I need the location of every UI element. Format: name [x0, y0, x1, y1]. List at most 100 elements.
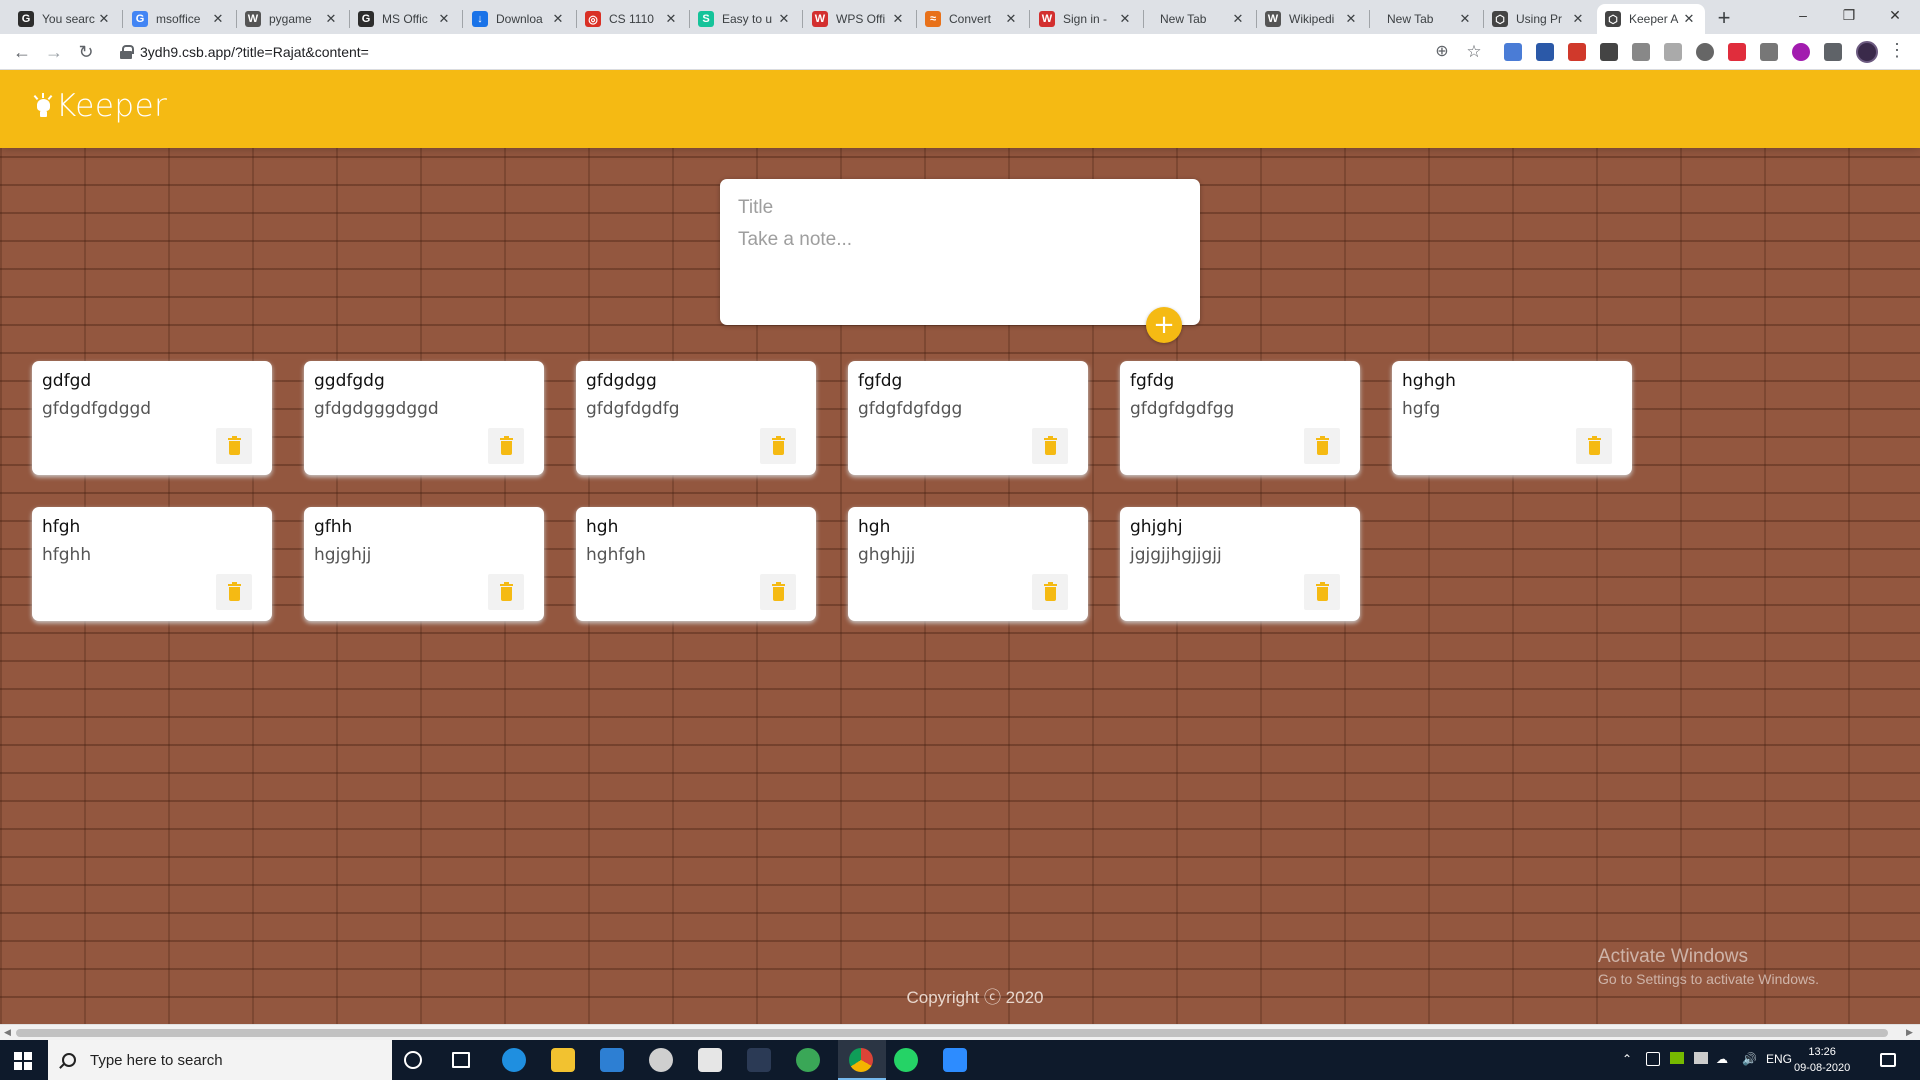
tab-close-icon[interactable]: ✕ [890, 11, 906, 27]
note-title: hfgh [42, 517, 81, 537]
menu-kebab-icon[interactable]: ⋮ [1888, 40, 1906, 61]
extension-icon[interactable] [1760, 43, 1778, 61]
browser-tab[interactable]: ≈ Convert ✕ [917, 4, 1027, 34]
add-note-button[interactable]: + [1146, 307, 1182, 343]
volume-icon[interactable]: 🔊 [1742, 1052, 1757, 1066]
address-bar[interactable]: 3ydh9.csb.app/?title=Rajat&content= [108, 38, 1480, 66]
browser-tab[interactable]: New Tab ✕ [1371, 4, 1481, 34]
browser-tab[interactable]: ↓ Downloa ✕ [464, 4, 574, 34]
browser-tab[interactable]: ◎ CS 1110 ✕ [577, 4, 687, 34]
reload-icon[interactable]: ↻ [74, 40, 98, 64]
minimize-button[interactable]: – [1780, 0, 1826, 32]
battery-icon[interactable] [1694, 1052, 1708, 1064]
horizontal-scrollbar[interactable]: ◀ ▶ [0, 1024, 1920, 1040]
delete-note-button[interactable] [1032, 428, 1068, 464]
tab-close-icon[interactable]: ✕ [96, 11, 112, 27]
notifications-icon[interactable] [1880, 1053, 1896, 1067]
note-content: gfdgdfgdggd [42, 399, 152, 419]
app-icon[interactable] [747, 1048, 771, 1072]
mail-icon[interactable] [600, 1048, 624, 1072]
tab-favicon-icon: ◎ [585, 11, 601, 27]
trash-icon [500, 436, 513, 455]
settings-gear-icon[interactable] [649, 1048, 673, 1072]
extension-icon[interactable] [1664, 43, 1682, 61]
wps-writer-icon[interactable] [943, 1048, 967, 1072]
restore-button[interactable]: ❐ [1826, 0, 1872, 32]
new-tab-button[interactable]: + [1710, 5, 1738, 33]
tab-close-icon[interactable]: ✕ [210, 11, 226, 27]
tab-close-icon[interactable]: ✕ [323, 11, 339, 27]
browser-tab[interactable]: S Easy to u ✕ [690, 4, 800, 34]
tab-close-icon[interactable]: ✕ [776, 11, 792, 27]
tray-app-icon[interactable] [1646, 1052, 1660, 1066]
taskbar-clock[interactable]: 13:26 09-08-2020 [1794, 1044, 1850, 1076]
tab-close-icon[interactable]: ✕ [436, 11, 452, 27]
extension-icon[interactable] [1632, 43, 1650, 61]
forward-icon[interactable]: → [42, 40, 66, 64]
tray-chevron-icon[interactable]: ⌃ [1622, 1052, 1632, 1066]
language-indicator[interactable]: ENG [1766, 1052, 1792, 1066]
scroll-left-icon[interactable]: ◀ [4, 1027, 11, 1038]
browser-tab[interactable]: ⬡ Using Pr ✕ [1484, 4, 1594, 34]
store-icon[interactable] [698, 1048, 722, 1072]
delete-note-button[interactable] [760, 574, 796, 610]
scroll-right-icon[interactable]: ▶ [1906, 1027, 1913, 1038]
windows-start-icon[interactable] [14, 1052, 32, 1070]
extension-icon[interactable] [1600, 43, 1618, 61]
browser-tab[interactable]: W Wikipedi ✕ [1257, 4, 1367, 34]
puzzle-icon[interactable] [1824, 43, 1842, 61]
delete-note-button[interactable] [216, 428, 252, 464]
tab-close-icon[interactable]: ✕ [663, 11, 679, 27]
tab-close-icon[interactable]: ✕ [1681, 11, 1697, 27]
app-icon[interactable] [796, 1048, 820, 1072]
delete-note-button[interactable] [216, 574, 252, 610]
network-icon[interactable]: ☁ [1716, 1052, 1728, 1066]
extension-icon[interactable] [1696, 43, 1714, 61]
browser-tab[interactable]: Wpygame ✕ [237, 4, 347, 34]
delete-note-button[interactable] [1032, 574, 1068, 610]
file-explorer-icon[interactable] [551, 1048, 575, 1072]
close-window-button[interactable]: ✕ [1872, 0, 1918, 32]
delete-note-button[interactable] [760, 428, 796, 464]
browser-toolbar: ← → ↻ 3ydh9.csb.app/?title=Rajat&content… [0, 34, 1920, 70]
delete-note-button[interactable] [1304, 428, 1340, 464]
tab-close-icon[interactable]: ✕ [1003, 11, 1019, 27]
extension-icon[interactable] [1728, 43, 1746, 61]
browser-tab[interactable]: Gmsoffice ✕ [124, 4, 234, 34]
task-view-icon[interactable] [452, 1052, 470, 1068]
cortana-icon[interactable] [404, 1051, 422, 1069]
whatsapp-icon[interactable] [894, 1048, 918, 1072]
tab-close-icon[interactable]: ✕ [1457, 11, 1473, 27]
delete-note-button[interactable] [1304, 574, 1340, 610]
delete-note-button[interactable] [1576, 428, 1612, 464]
extension-icon[interactable] [1568, 43, 1586, 61]
delete-note-button[interactable] [488, 428, 524, 464]
back-icon[interactable]: ← [10, 40, 34, 64]
tab-close-icon[interactable]: ✕ [550, 11, 566, 27]
browser-tab[interactable]: W WPS Offi ✕ [804, 4, 914, 34]
browser-tab[interactable]: G You searc ✕ [10, 4, 120, 34]
browser-tab[interactable]: ⬡ Keeper A ✕ [1597, 4, 1705, 34]
nvidia-icon[interactable] [1670, 1052, 1684, 1064]
profile-avatar[interactable] [1856, 41, 1878, 63]
note-content-input[interactable] [738, 229, 1182, 289]
browser-tab[interactable]: New Tab ✕ [1144, 4, 1254, 34]
extension-icon[interactable] [1792, 43, 1810, 61]
tab-favicon-icon: W [812, 11, 828, 27]
bookmark-star-icon[interactable]: ☆ [1462, 40, 1486, 64]
tab-close-icon[interactable]: ✕ [1343, 11, 1359, 27]
tab-close-icon[interactable]: ✕ [1230, 11, 1246, 27]
browser-tab[interactable]: G MS Offic ✕ [350, 4, 460, 34]
taskbar-search-box[interactable]: Type here to search [48, 1040, 392, 1080]
delete-note-button[interactable] [488, 574, 524, 610]
translate-extension-icon[interactable] [1504, 43, 1522, 61]
note-title-input[interactable] [738, 197, 1182, 219]
install-icon[interactable]: ⊕ [1430, 40, 1454, 64]
tab-close-icon[interactable]: ✕ [1117, 11, 1133, 27]
chrome-icon[interactable] [849, 1048, 873, 1072]
edge-icon[interactable] [502, 1048, 526, 1072]
browser-tab[interactable]: W Sign in - ✕ [1031, 4, 1141, 34]
extension-icon[interactable] [1536, 43, 1554, 61]
scrollbar-thumb[interactable] [16, 1029, 1888, 1037]
tab-close-icon[interactable]: ✕ [1570, 11, 1586, 27]
